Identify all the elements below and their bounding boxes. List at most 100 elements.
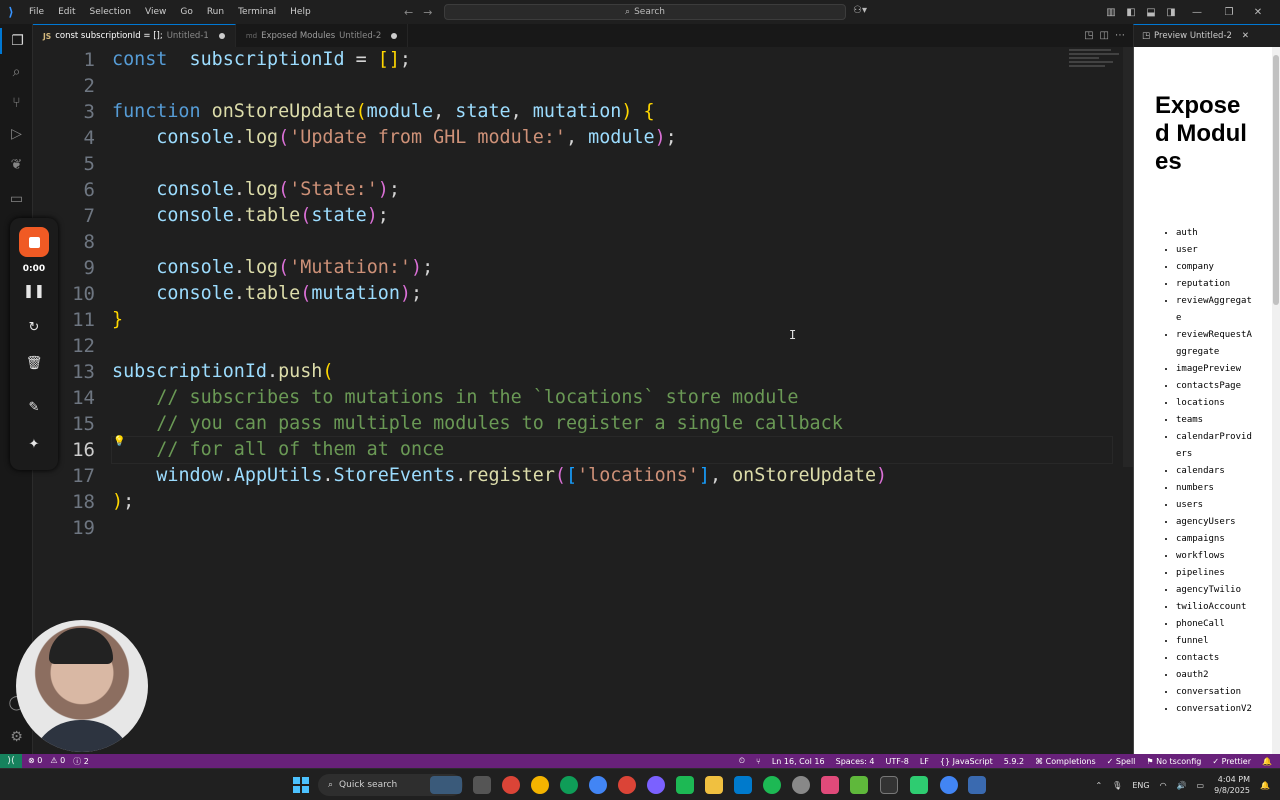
open-preview-icon[interactable]: ◳ <box>1084 30 1093 41</box>
code-line[interactable]: // for all of them at once <box>111 436 1113 464</box>
stop-recording-button[interactable] <box>19 227 49 257</box>
code-line[interactable] <box>112 151 1112 177</box>
copilot-icon[interactable]: ⚇▾ <box>853 5 867 16</box>
chrome-profile-icon[interactable] <box>647 776 665 794</box>
toggle-secondary-sidebar-icon[interactable]: ◨ <box>1164 7 1178 18</box>
webcam-bubble[interactable] <box>16 620 148 752</box>
timeline-icon[interactable]: ⏲ <box>739 756 745 766</box>
menu-help[interactable]: Help <box>283 7 318 17</box>
tab-preview[interactable]: ◳ Preview Untitled-2 ✕ <box>1133 24 1280 47</box>
extension-icon[interactable]: ❦ <box>0 152 33 178</box>
draw-icon[interactable]: ✎ <box>10 400 58 415</box>
taskbar-widget-icon[interactable] <box>430 776 462 794</box>
code-line[interactable]: console.log('State:'); <box>112 177 1112 203</box>
app-icon[interactable] <box>792 776 810 794</box>
spell-status[interactable]: ✓ Spell <box>1107 757 1136 766</box>
code-line[interactable]: const subscriptionId = []; <box>112 47 1112 73</box>
language-mode[interactable]: {} JavaScript <box>940 757 993 766</box>
code-line[interactable] <box>112 515 1112 541</box>
code-line[interactable]: console.table(state); <box>112 203 1112 229</box>
windows-start-icon[interactable] <box>293 777 309 793</box>
code-line[interactable]: console.log('Mutation:'); <box>112 255 1112 281</box>
status-problems[interactable]: ⊗ 0 ⚠ 0 ⓘ 2 <box>22 756 89 767</box>
pause-icon[interactable]: ❚❚ <box>10 284 58 299</box>
wifi-icon[interactable]: ◠ <box>1160 781 1167 790</box>
delete-icon[interactable]: 🗑 <box>10 356 58 371</box>
completions-status[interactable]: ⌘ Completions <box>1035 757 1096 766</box>
code-line[interactable]: console.table(mutation); <box>112 281 1112 307</box>
notification-bell-icon[interactable]: 🔔 <box>1260 781 1270 790</box>
indentation[interactable]: Spaces: 4 <box>836 757 875 766</box>
tab-untitled-1[interactable]: JS const subscriptionId = []; Untitled-1 <box>33 24 236 47</box>
run-debug-icon[interactable]: ▷ <box>0 121 33 147</box>
remote-indicator-icon[interactable]: ⟩⟨ <box>0 754 22 768</box>
terminal-icon[interactable] <box>880 776 898 794</box>
restart-icon[interactable]: ↻ <box>10 320 58 335</box>
menu-go[interactable]: Go <box>173 7 199 17</box>
code-line[interactable]: window.AppUtils.StoreEvents.register(['l… <box>112 463 1112 489</box>
volume-icon[interactable]: 🔊 <box>1177 781 1187 790</box>
chrome-profile-icon[interactable] <box>560 776 578 794</box>
task-view-icon[interactable] <box>473 776 491 794</box>
vscode-taskbar-icon[interactable] <box>734 776 752 794</box>
chrome-profile-icon[interactable] <box>531 776 549 794</box>
code-line[interactable]: subscriptionId.push( <box>112 359 1112 385</box>
menu-edit[interactable]: Edit <box>51 7 82 17</box>
tray-overflow-icon[interactable]: ⌃ <box>1095 781 1102 790</box>
restore-icon[interactable]: ❐ <box>1216 7 1242 18</box>
clock[interactable]: 4:04 PM 9/8/2025 <box>1214 774 1250 796</box>
unsaved-dot-icon[interactable] <box>391 32 398 39</box>
code-line[interactable]: function onStoreUpdate(module, state, mu… <box>112 99 1112 125</box>
spotify-icon[interactable] <box>763 776 781 794</box>
app-icon[interactable] <box>850 776 868 794</box>
remote-explorer-icon[interactable]: ▭ <box>0 186 33 212</box>
menu-run[interactable]: Run <box>200 7 231 17</box>
chrome-profile-icon[interactable] <box>589 776 607 794</box>
back-arrow-icon[interactable]: ← <box>404 6 413 19</box>
line-ending[interactable]: LF <box>920 757 929 766</box>
preview-scrollbar[interactable] <box>1272 47 1280 754</box>
chrome-profile-icon[interactable] <box>940 776 958 794</box>
ts-version[interactable]: 5.9.2 <box>1004 757 1024 766</box>
command-center-search[interactable]: ⌕ Search <box>444 4 846 20</box>
menu-selection[interactable]: Selection <box>83 7 138 17</box>
snipping-tool-icon[interactable] <box>968 776 986 794</box>
explorer-icon[interactable]: ❐ <box>0 28 33 54</box>
notifications-icon[interactable]: 🔔 <box>1262 757 1272 766</box>
tsconfig-status[interactable]: ⚑ No tsconfig <box>1146 757 1201 766</box>
code-line[interactable] <box>112 333 1112 359</box>
source-control-icon[interactable]: ⑂ <box>0 90 33 116</box>
layout-icon[interactable]: ▥ <box>1104 7 1118 18</box>
tab-exposed-modules[interactable]: md Exposed Modules Untitled-2 <box>235 24 409 47</box>
menu-file[interactable]: File <box>22 7 51 17</box>
minimize-icon[interactable]: — <box>1184 7 1210 18</box>
search-view-icon[interactable]: ⌕ <box>0 59 33 85</box>
menu-view[interactable]: View <box>138 7 173 17</box>
lightbulb-icon[interactable]: 💡 <box>113 436 125 447</box>
code-line[interactable]: } <box>112 307 1112 333</box>
toggle-panel-icon[interactable]: ⬓ <box>1144 7 1158 18</box>
menu-terminal[interactable]: Terminal <box>231 7 283 17</box>
messages-icon[interactable] <box>676 776 694 794</box>
cursor-position[interactable]: Ln 16, Col 16 <box>772 757 825 766</box>
manage-gear-icon[interactable]: ⚙ <box>0 724 33 750</box>
app-icon[interactable] <box>821 776 839 794</box>
file-explorer-icon[interactable] <box>705 776 723 794</box>
code-line[interactable]: // subscribes to mutations in the `locat… <box>112 385 1112 411</box>
unsaved-dot-icon[interactable] <box>218 33 225 39</box>
close-tab-icon[interactable]: ✕ <box>1242 31 1249 41</box>
battery-icon[interactable]: ▭ <box>1197 781 1205 790</box>
app-icon[interactable] <box>910 776 928 794</box>
code-editor[interactable]: 1 2 3 4 5 6 7 8 9 10 11 12 13 14 15 16 1… <box>33 47 1133 754</box>
microphone-icon[interactable]: 🎙 <box>1112 781 1122 790</box>
code-line[interactable]: console.log('Update from GHL module:', m… <box>112 125 1112 151</box>
toggle-sidebar-icon[interactable]: ◧ <box>1124 7 1138 18</box>
code-line[interactable]: ); <box>112 489 1112 515</box>
code-line[interactable] <box>112 73 1112 99</box>
minimap[interactable] <box>1069 49 1124 75</box>
close-window-icon[interactable]: ✕ <box>1248 7 1268 18</box>
branch-icon[interactable]: ⑂ <box>756 757 761 766</box>
code-lines[interactable]: const subscriptionId = []; function onSt… <box>111 47 1113 541</box>
code-line[interactable] <box>112 229 1112 255</box>
code-line[interactable]: // you can pass multiple modules to regi… <box>112 411 1112 437</box>
